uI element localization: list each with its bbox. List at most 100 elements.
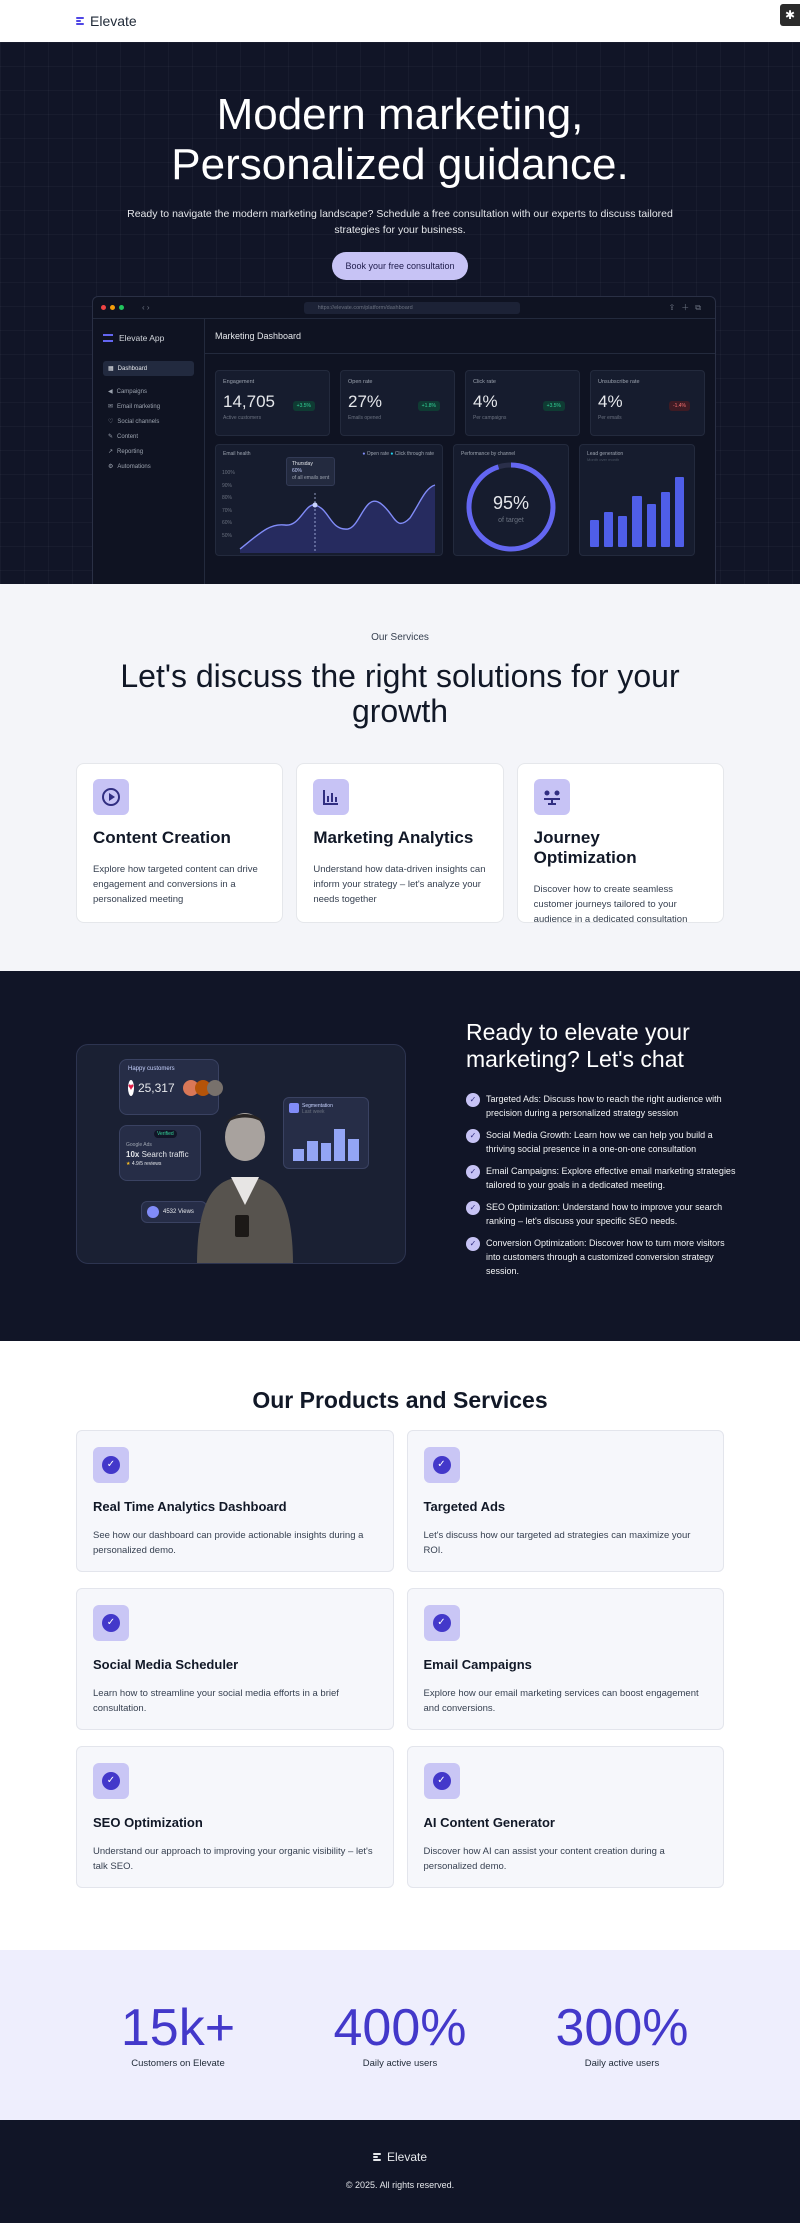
chart-up-icon bbox=[147, 1206, 159, 1218]
list-item: ✓ Targeted Ads: Discuss how to reach the … bbox=[466, 1092, 736, 1120]
lead-bar bbox=[604, 511, 614, 547]
brand-logo[interactable]: Elevate bbox=[76, 13, 137, 29]
stat-label: Daily active users bbox=[362, 2058, 438, 2069]
sidebar-item-email: ✉ Email marketing bbox=[108, 403, 161, 411]
hero-title: Modern marketing, Personalized guidance. bbox=[0, 42, 800, 190]
lead-bar bbox=[590, 519, 600, 547]
product-text: Understand our approach to improving you… bbox=[93, 1846, 373, 1872]
product-card: ✓ Targeted Ads Let's discuss how our targe… bbox=[406, 1430, 724, 1572]
products-grid: ✓ Real Time Analytics Dashboard See how ou… bbox=[76, 1430, 724, 1888]
logo-mark-icon bbox=[372, 2152, 383, 2162]
play-circle-icon bbox=[93, 779, 129, 815]
brand-name: Elevate bbox=[90, 13, 137, 29]
check-badge-icon: ✓ bbox=[93, 1447, 129, 1483]
hero-title-line2: Personalized guidance. bbox=[171, 140, 629, 189]
stats-section: 15k+ Customers on Elevate 400% Daily activ… bbox=[0, 1950, 800, 2120]
top-nav: Elevate ✱ bbox=[0, 0, 800, 42]
footer-brand: Elevate bbox=[386, 2150, 428, 2164]
performance-panel: Performance by channel 95% of target bbox=[453, 444, 569, 556]
sidebar-item-content: ✎ Content bbox=[108, 433, 139, 441]
dashboard-panels: Email health ● Open rate ● Click through… bbox=[205, 436, 715, 556]
check-icon: ✓ bbox=[466, 1165, 480, 1179]
email-health-chart bbox=[239, 484, 436, 553]
check-badge-icon: ✓ bbox=[423, 1447, 460, 1483]
product-title: Email Campaigns bbox=[423, 1657, 532, 1672]
product-title: Social Media Scheduler bbox=[93, 1657, 239, 1672]
check-icon: ✓ bbox=[466, 1237, 480, 1251]
segment-bar bbox=[348, 1139, 359, 1161]
lead-bar bbox=[660, 492, 670, 547]
chat-section: Happy customers ♥ 25,317 Verified Google… bbox=[0, 971, 800, 1341]
list-item: ✓ Conversion Optimization: Discover how t… bbox=[466, 1236, 736, 1278]
check-badge-icon: ✓ bbox=[423, 1605, 460, 1641]
segmentation-card: Segmentation Last week bbox=[283, 1097, 369, 1169]
stat-value: 400% bbox=[333, 1999, 467, 2057]
product-card: ✓ Email Campaigns Explore how our email ma… bbox=[406, 1588, 724, 1730]
service-card: Content Creation Explore how targeted co… bbox=[76, 763, 284, 923]
service-text: Discover how to create seamless customer… bbox=[533, 884, 688, 925]
hero-subtitle: Ready to navigate the modern marketing l… bbox=[127, 208, 673, 236]
person-photo bbox=[197, 1113, 293, 1263]
service-card: Journey Optimization Discover how to cre… bbox=[516, 763, 724, 925]
product-text: Discover how AI can assist your content … bbox=[423, 1846, 665, 1872]
check-icon: ✓ bbox=[466, 1093, 480, 1107]
kpi-card: Open rate 27% Emails opened +1.8% bbox=[340, 370, 455, 436]
product-title: Targeted Ads bbox=[423, 1499, 506, 1514]
segment-bar bbox=[306, 1141, 318, 1161]
route-icon bbox=[533, 779, 570, 815]
avatar-group bbox=[182, 1080, 223, 1096]
service-text: Understand how data-driven insights can … bbox=[313, 864, 486, 905]
kpi-card: Click rate 4% Per campaigns +3.5% bbox=[465, 370, 580, 436]
segment-bar bbox=[293, 1149, 304, 1161]
services-eyebrow: Our Services bbox=[371, 632, 429, 643]
browser-bar: ‹ › https://elevate.com/platform/dashboa… bbox=[93, 297, 715, 319]
product-title: AI Content Generator bbox=[423, 1815, 555, 1830]
service-title: Marketing Analytics bbox=[313, 828, 474, 847]
linktree-icon[interactable]: ✱ bbox=[780, 4, 800, 26]
stat-item: 300% Daily active users bbox=[511, 2000, 733, 2120]
service-text: Explore how targeted content can drive e… bbox=[93, 864, 258, 905]
products-heading: Our Products and Services bbox=[252, 1387, 548, 1413]
product-card: ✓ SEO Optimization Understand our approach… bbox=[76, 1746, 394, 1888]
sidebar-item-social: ♡ Social channels bbox=[108, 418, 160, 426]
lead-bar bbox=[632, 496, 642, 547]
footer-logo[interactable]: Elevate bbox=[0, 2150, 800, 2164]
heart-icon: ♥ bbox=[128, 1080, 134, 1096]
check-icon: ✓ bbox=[466, 1201, 480, 1215]
service-card: Marketing Analytics Understand how data-… bbox=[296, 763, 504, 923]
performance-sub: of target bbox=[498, 517, 524, 524]
list-item: ✓ Email Campaigns: Explore effective emai… bbox=[466, 1164, 736, 1192]
segment-icon bbox=[289, 1103, 299, 1113]
maximize-dot-icon bbox=[119, 305, 124, 310]
product-text: Explore how our email marketing services… bbox=[423, 1688, 699, 1714]
dashboard-title: Marketing Dashboard bbox=[205, 319, 715, 354]
check-badge-icon: ✓ bbox=[93, 1763, 129, 1799]
copyright: © 2025. All rights reserved. bbox=[345, 2180, 455, 2190]
stat-item: 400% Daily active users bbox=[289, 2000, 511, 2120]
list-item: ✓ Social Media Growth: Learn how we can h… bbox=[466, 1128, 736, 1156]
products-section: Our Products and Services ✓ Real Time Ana… bbox=[0, 1341, 800, 1950]
product-title: SEO Optimization bbox=[93, 1815, 203, 1830]
lead-bar bbox=[618, 515, 628, 547]
lead-bar bbox=[674, 476, 684, 547]
dashboard-main: Marketing Dashboard Engagement 14,705 Acti… bbox=[205, 319, 715, 584]
segment-bar bbox=[334, 1129, 346, 1161]
check-badge-icon: ✓ bbox=[423, 1763, 460, 1799]
footer: Elevate © 2025. All rights reserved. bbox=[0, 2120, 800, 2223]
product-text: See how our dashboard can provide action… bbox=[93, 1530, 364, 1556]
segment-bar bbox=[320, 1143, 332, 1161]
product-text: Learn how to streamline your social medi… bbox=[93, 1688, 339, 1714]
book-consultation-button[interactable]: Book your free consultation bbox=[332, 252, 468, 280]
kpi-card: Unsubscribe rate 4% Per emails -1.4% bbox=[590, 370, 705, 436]
stat-label: Customers on Elevate bbox=[131, 2058, 225, 2069]
bar-chart-icon bbox=[313, 779, 350, 815]
services-heading: Let's discuss the right solutions for yo… bbox=[120, 658, 680, 729]
kpi-row: Engagement 14,705 Active customers +3.5% Op… bbox=[205, 354, 715, 436]
kpi-card: Engagement 14,705 Active customers +3.5% bbox=[215, 370, 330, 436]
lead-bars bbox=[590, 469, 684, 547]
dashboard-sidebar: Elevate App ▦ Dashboard ◀ Campaigns ✉ Em… bbox=[93, 319, 205, 584]
services-section: Our Services Let's discuss the right sol… bbox=[0, 584, 800, 971]
service-title: Journey Optimization bbox=[533, 828, 637, 867]
dashboard-app-name: Elevate App bbox=[103, 333, 194, 343]
back-forward-icon: ‹ › bbox=[142, 303, 150, 312]
